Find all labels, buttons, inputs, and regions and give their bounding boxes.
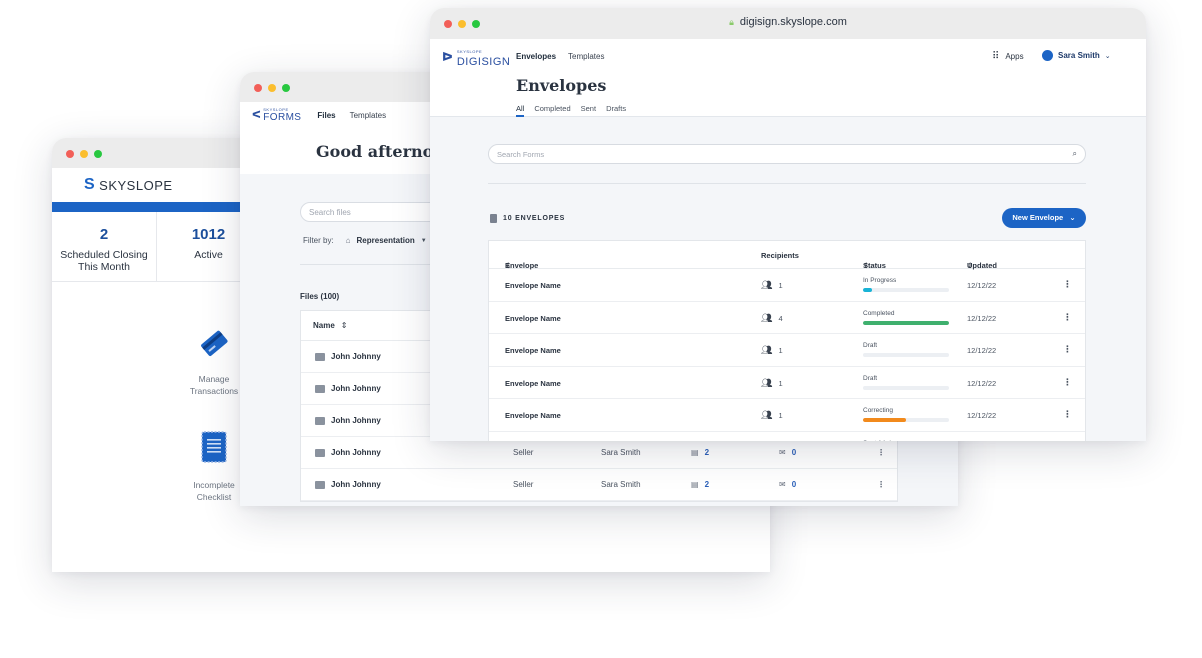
more-options-icon[interactable]: ⋮ bbox=[1063, 377, 1072, 388]
nav-templates[interactable]: Templates bbox=[568, 52, 604, 61]
digisign-nav: Envelopes Templates bbox=[516, 52, 604, 61]
document-icon: ▤ bbox=[691, 448, 699, 457]
more-options-icon[interactable]: ⋮ bbox=[1063, 344, 1072, 355]
nav-files[interactable]: Files bbox=[317, 111, 335, 120]
envelope-count: 10 ENVELOPES bbox=[490, 214, 565, 223]
table-row[interactable]: Envelope Name 👥︎ 1 Draft 12/12/22 ⋮ bbox=[489, 367, 1085, 399]
nav-templates[interactable]: Templates bbox=[350, 111, 386, 120]
more-options-icon[interactable]: ⋮ bbox=[1063, 279, 1072, 290]
folder-icon bbox=[315, 448, 325, 457]
folder-icon bbox=[315, 416, 325, 425]
table-row[interactable]: Envelope Name 👥︎ 1 Draft 12/12/22 ⋮ bbox=[489, 334, 1085, 367]
folder-icon bbox=[315, 384, 325, 393]
digisign-window: 🔒︎ digisign.skyslope.com ᐅ SKYSLOPE DIGIS… bbox=[430, 8, 1146, 441]
status-cell: In Progress bbox=[863, 277, 949, 292]
more-options-icon[interactable]: ⋮ bbox=[877, 448, 885, 457]
skyslope-logo-icon: S bbox=[84, 176, 96, 193]
digisign-logo-icon: ᐅ bbox=[442, 50, 453, 64]
recipients-column-header: Recipients bbox=[761, 251, 799, 260]
chevron-down-icon: ▼ bbox=[420, 237, 427, 244]
table-row[interactable]: Envelope Name 👥︎ 1 Correcting 12/12/22 ⋮ bbox=[489, 399, 1085, 432]
minimize-dot[interactable] bbox=[268, 84, 276, 92]
stat-scheduled-closing[interactable]: 2 Scheduled Closing This Month bbox=[52, 212, 156, 281]
status-cell: Draft bbox=[863, 375, 949, 390]
people-icon: 👥︎ bbox=[761, 345, 773, 355]
status-cell: Completed bbox=[863, 310, 949, 325]
more-options-icon[interactable]: ⋮ bbox=[1063, 312, 1072, 323]
status-progress-bar bbox=[863, 320, 949, 325]
lock-icon: 🔒︎ bbox=[729, 17, 734, 27]
status-progress-bar bbox=[863, 418, 949, 422]
divider bbox=[488, 183, 1086, 184]
tab-all[interactable]: All bbox=[516, 104, 525, 117]
checklist-icon bbox=[201, 431, 227, 463]
nav-envelopes[interactable]: Envelopes bbox=[516, 52, 556, 61]
status-progress-bar bbox=[863, 288, 949, 292]
credit-card-icon bbox=[201, 330, 228, 357]
new-envelope-button[interactable]: New Envelope ⌄ bbox=[1002, 208, 1086, 228]
table-row[interactable]: Envelope Name 👥︎1 Sent 14 days ago 12/12… bbox=[489, 432, 1085, 442]
sort-icon[interactable]: ⇕ bbox=[341, 321, 348, 330]
chevron-down-icon: ⌄ bbox=[1069, 213, 1076, 222]
apps-button[interactable]: ⠿ Apps bbox=[992, 51, 1024, 62]
maximize-dot[interactable] bbox=[94, 150, 102, 158]
close-dot[interactable] bbox=[254, 84, 262, 92]
people-icon: 👥︎ bbox=[761, 377, 773, 388]
status-progress-bar bbox=[863, 385, 949, 390]
files-count: Files (100) bbox=[300, 292, 340, 301]
page-title: Envelopes bbox=[516, 76, 607, 95]
forms-search-input[interactable]: Search Forms ⌕ bbox=[488, 144, 1086, 164]
name-column-header[interactable]: Name bbox=[313, 321, 335, 330]
table-header: Envelope ⇕ Recipients Status ⇕ Updated ⇕ bbox=[489, 241, 1085, 270]
user-menu[interactable]: Sara Smith ⌄ bbox=[1042, 50, 1111, 61]
tab-sent[interactable]: Sent bbox=[581, 104, 596, 117]
skyslope-logo[interactable]: S SKYSLOPE bbox=[84, 176, 173, 194]
table-row[interactable]: John Johnny Seller Sara Smith ▤ 2 ✉ 0 ⋮ bbox=[301, 437, 897, 469]
status-cell: Draft bbox=[863, 342, 949, 357]
window-chrome: 🔒︎ digisign.skyslope.com bbox=[430, 8, 1146, 39]
filter-representation-dropdown[interactable]: Representation bbox=[357, 236, 415, 245]
people-icon: 👥︎ bbox=[761, 280, 773, 290]
home-icon: ⌂ bbox=[345, 236, 351, 245]
envelope-icon: ✉ bbox=[779, 480, 786, 489]
chevron-down-icon: ⌄ bbox=[1104, 52, 1111, 60]
more-options-icon[interactable]: ⋮ bbox=[1063, 409, 1072, 420]
digisign-main: Search Forms ⌕ 10 ENVELOPES New Envelope… bbox=[430, 117, 1146, 441]
status-progress-bar bbox=[863, 353, 949, 357]
grid-icon: ⠿ bbox=[992, 51, 1000, 62]
folder-icon bbox=[315, 352, 325, 361]
avatar bbox=[1042, 50, 1053, 61]
tab-completed[interactable]: Completed bbox=[534, 104, 570, 117]
table-row[interactable]: John Johnny Seller Sara Smith ▤ 2 ✉ 0 ⋮ bbox=[301, 469, 897, 501]
close-dot[interactable] bbox=[66, 150, 74, 158]
search-icon[interactable]: ⌕ bbox=[1073, 149, 1077, 159]
people-icon: 👥︎ bbox=[761, 410, 773, 420]
document-icon bbox=[490, 214, 497, 223]
table-row[interactable]: Envelope Name 👥︎ 1 In Progress 12/12/22 ⋮ bbox=[489, 269, 1085, 302]
folder-icon bbox=[315, 480, 325, 489]
digisign-logo[interactable]: ᐅ SKYSLOPE DIGISIGN bbox=[442, 47, 510, 68]
envelopes-table: Envelope ⇕ Recipients Status ⇕ Updated ⇕… bbox=[488, 240, 1086, 441]
more-options-icon[interactable]: ⋮ bbox=[877, 480, 885, 489]
minimize-dot[interactable] bbox=[80, 150, 88, 158]
maximize-dot[interactable] bbox=[282, 84, 290, 92]
forms-logo-icon: ᐸ bbox=[252, 109, 262, 121]
tab-drafts[interactable]: Drafts bbox=[606, 104, 626, 117]
digisign-header: ᐅ SKYSLOPE DIGISIGN Envelopes Templates … bbox=[430, 39, 1146, 117]
table-row[interactable]: Envelope Name 👥︎ 4 Completed 12/12/22 ⋮ bbox=[489, 302, 1085, 334]
forms-logo[interactable]: ᐸ SKYSLOPE FORMS bbox=[252, 107, 301, 123]
people-icon: 👥︎ bbox=[761, 312, 773, 323]
envelope-tabs: All Completed Sent Drafts bbox=[516, 104, 626, 117]
address-bar[interactable]: 🔒︎ digisign.skyslope.com bbox=[430, 16, 1146, 28]
filter-bar: Filter by: ⌂ Representation ▼ bbox=[303, 236, 427, 245]
envelope-icon: ✉ bbox=[779, 448, 786, 457]
document-icon: ▤ bbox=[691, 480, 699, 489]
status-cell: Correcting bbox=[863, 407, 949, 422]
status-cell: Sent 14 days ago bbox=[863, 440, 949, 442]
